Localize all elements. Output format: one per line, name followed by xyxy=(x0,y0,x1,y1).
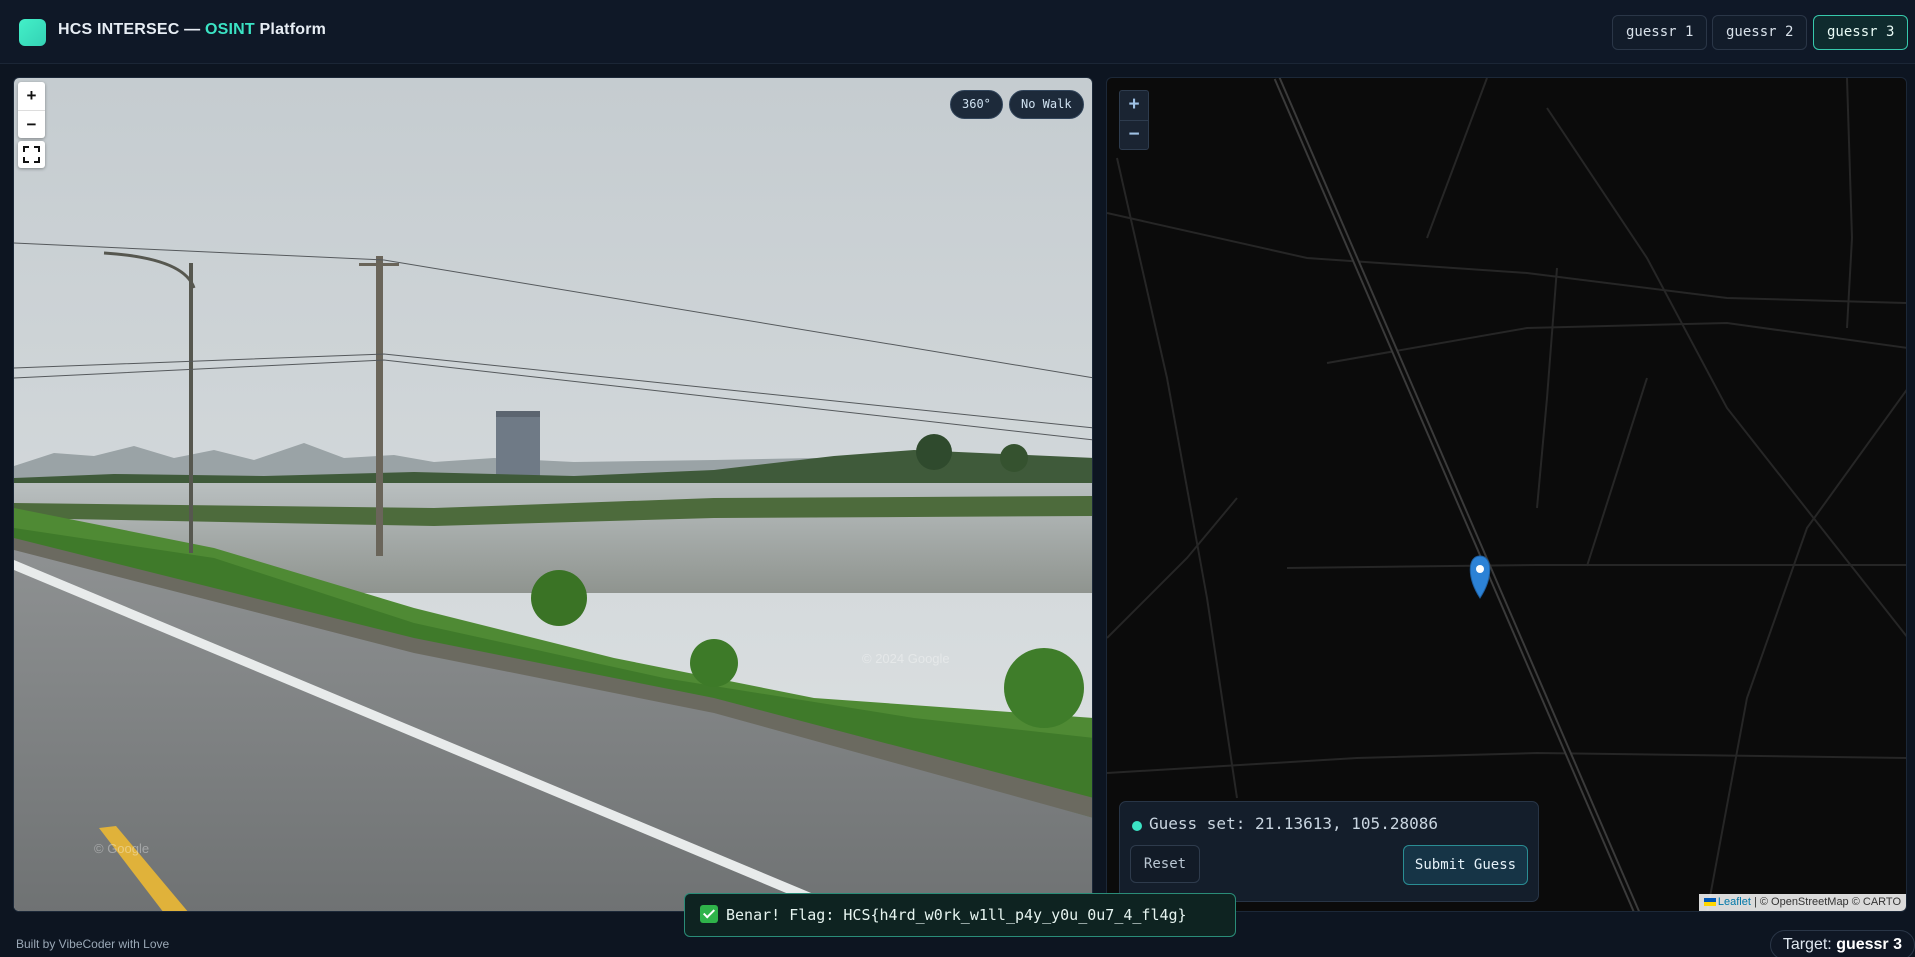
success-toast: Benar! Flag: HCS{h4rd_w0rk_w1ll_p4y_y0u_… xyxy=(684,893,1236,937)
top-header: HCS INTERSEC — OSINT Platform guessr 1 g… xyxy=(0,0,1915,64)
map-zoom-in-button[interactable]: + xyxy=(1120,91,1148,120)
fullscreen-icon xyxy=(23,146,40,163)
google-watermark-small: © Google xyxy=(94,841,150,856)
tab-guessr-1[interactable]: guessr 1 xyxy=(1612,15,1708,50)
status-dot xyxy=(1132,821,1142,831)
app-title: HCS INTERSEC — OSINT Platform xyxy=(58,21,327,38)
submit-guess-button[interactable]: Submit Guess xyxy=(1403,845,1528,885)
guess-coordinates: Guess set: 21.13613, 105.28086 xyxy=(1149,814,1438,833)
guess-panel: Guess set: 21.13613, 105.28086 Reset Sub… xyxy=(1119,801,1539,902)
target-indicator: Target: guessr 3 xyxy=(1769,930,1915,957)
no-walk-toggle[interactable]: No Walk xyxy=(1009,90,1084,119)
street-view-zoom-control: + − xyxy=(18,82,45,138)
map-tiles[interactable] xyxy=(1107,78,1907,912)
map-zoom-control: + − xyxy=(1119,90,1149,150)
360-toggle[interactable]: 360° xyxy=(950,90,1003,119)
fullscreen-button[interactable] xyxy=(18,141,45,168)
reset-button[interactable]: Reset xyxy=(1130,845,1200,883)
app-logo xyxy=(19,19,46,46)
google-watermark: © 2024 Google xyxy=(862,651,950,666)
map-zoom-out-button[interactable]: − xyxy=(1120,120,1148,149)
street-view-image[interactable] xyxy=(14,78,1093,912)
check-icon xyxy=(700,905,718,923)
leaflet-link[interactable]: Leaflet xyxy=(1718,896,1751,908)
street-view-panel[interactable]: + − 360° No Walk © 2024 Google © Google xyxy=(13,77,1093,912)
zoom-in-button[interactable]: + xyxy=(18,82,45,110)
ukraine-flag-icon xyxy=(1703,898,1716,906)
toast-message: Benar! Flag: HCS{h4rd_w0rk_w1ll_p4y_y0u_… xyxy=(726,906,1187,924)
zoom-out-button[interactable]: − xyxy=(18,110,45,138)
map-attribution: Leaflet | © OpenStreetMap © CARTO xyxy=(1698,894,1906,911)
guess-map[interactable]: + − Guess set: 21.13613, 105.28086 Reset… xyxy=(1106,77,1907,912)
tab-guessr-3[interactable]: guessr 3 xyxy=(1813,15,1909,50)
tab-guessr-2[interactable]: guessr 2 xyxy=(1712,15,1808,50)
guess-marker-icon[interactable] xyxy=(1469,555,1491,599)
footer-credit: Built by VibeCoder with Love xyxy=(16,937,170,951)
